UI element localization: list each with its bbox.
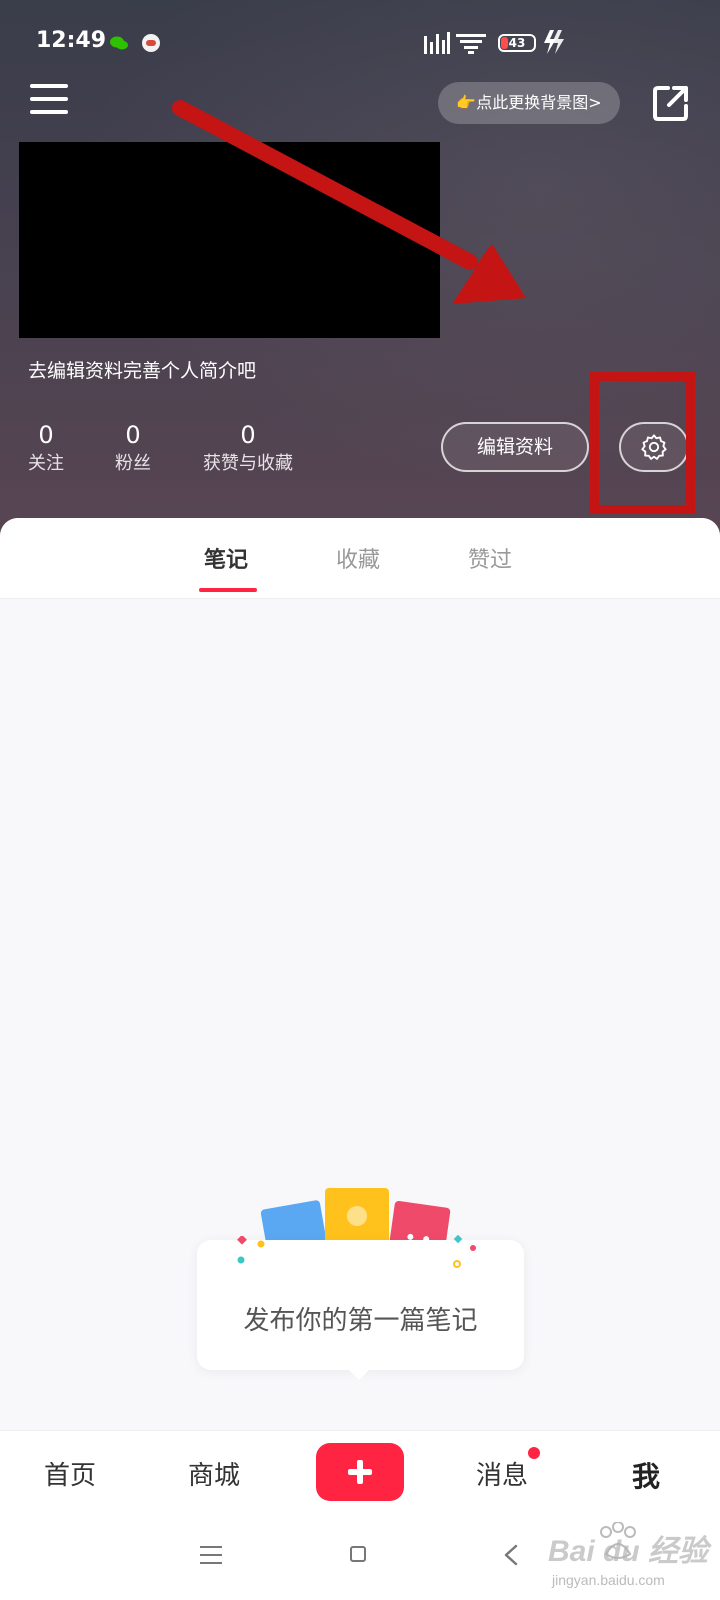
tab-collections[interactable]: 收藏: [336, 542, 380, 574]
wechat-icon: [110, 36, 128, 50]
stat-likes-and-saves[interactable]: 0 获赞与收藏: [203, 420, 293, 478]
tab-liked[interactable]: 赞过: [468, 542, 512, 574]
back-icon[interactable]: [502, 1544, 522, 1566]
stat-value: 0: [38, 421, 54, 449]
battery-icon: 43: [498, 34, 536, 52]
redacted-profile-info: [19, 142, 440, 338]
stat-label: 粉丝: [115, 453, 151, 474]
bio-prompt[interactable]: 去编辑资料完善个人简介吧: [28, 356, 256, 383]
stat-label: 关注: [28, 453, 64, 474]
empty-state-text: 发布你的第一篇笔记: [243, 1306, 478, 1336]
watermark-brand: Bai du 经验: [548, 1535, 709, 1568]
unread-badge: [528, 1447, 540, 1459]
nav-mall[interactable]: 商城: [188, 1455, 240, 1492]
status-bar: 12:49 43: [0, 0, 720, 86]
menu-button[interactable]: [30, 84, 68, 118]
confetti-icon: [237, 1236, 265, 1264]
nav-home[interactable]: 首页: [44, 1455, 96, 1492]
content-tabs: 笔记 收藏 赞过: [0, 518, 720, 599]
stat-followers[interactable]: 0 粉丝: [115, 420, 151, 478]
home-icon[interactable]: [350, 1546, 366, 1562]
stat-following[interactable]: 0 关注: [28, 420, 64, 478]
active-tab-indicator: [199, 588, 257, 592]
app-notification-icon: [142, 34, 160, 52]
stat-label: 获赞与收藏: [203, 453, 293, 474]
battery-level: 43: [508, 36, 526, 50]
publish-button[interactable]: [316, 1443, 404, 1501]
empty-state-card[interactable]: 发布你的第一篇笔记: [197, 1234, 524, 1380]
watermark-domain: jingyan.baidu.com: [552, 1572, 665, 1588]
stat-value: 0: [240, 421, 256, 449]
confetti-icon: [453, 1234, 476, 1268]
edit-profile-button[interactable]: 编辑资料: [441, 422, 589, 472]
signal-icon: [424, 32, 450, 54]
stat-value: 0: [125, 421, 141, 449]
nav-messages[interactable]: 消息: [476, 1455, 528, 1492]
bottom-navigation: 首页 商城 消息 我: [0, 1430, 720, 1511]
nav-me[interactable]: 我: [632, 1455, 660, 1495]
recent-apps-icon[interactable]: [200, 1546, 222, 1570]
fast-charge-icon: [544, 30, 564, 54]
annotation-highlight-box: [590, 372, 695, 514]
change-background-button[interactable]: 👉点此更换背景图>: [438, 82, 620, 124]
baidu-jingyan-watermark: Bai du 经验 jingyan.baidu.com: [548, 1512, 718, 1598]
status-time: 12:49: [36, 28, 107, 53]
share-icon[interactable]: [652, 84, 690, 122]
wifi-icon: [456, 34, 486, 54]
tab-notes[interactable]: 笔记: [204, 542, 248, 574]
